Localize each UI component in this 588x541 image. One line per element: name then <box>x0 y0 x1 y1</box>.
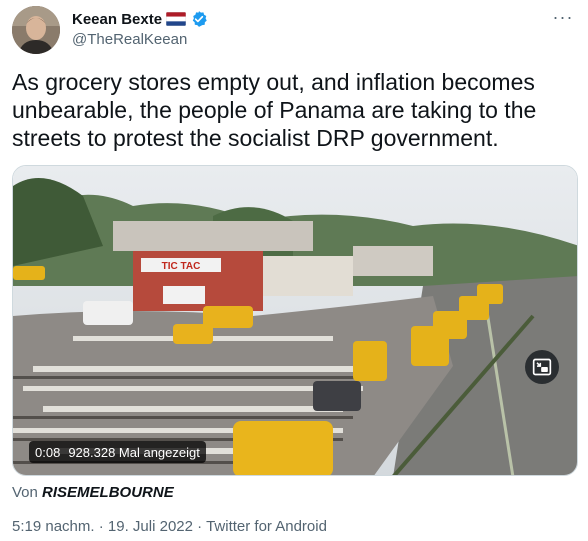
more-options-icon[interactable]: ··· <box>552 8 574 32</box>
video-info-pill: 0:08 928.328 Mal angezeigt <box>29 441 206 463</box>
attribution-source[interactable]: RISEMELBOURNE <box>42 484 174 501</box>
avatar-image <box>12 6 60 54</box>
tweet-time[interactable]: 5:19 nachm. <box>12 518 95 535</box>
display-name[interactable]: Keean Bexte <box>72 11 162 28</box>
tweet-meta: 5:19 nachm. · 19. Juli 2022 · Twitter fo… <box>12 518 327 535</box>
tweet-header: Keean Bexte @TheRealKeean ··· <box>12 6 576 58</box>
author-names: Keean Bexte @TheRealKeean <box>72 9 208 48</box>
verified-badge-icon <box>190 10 208 28</box>
meta-separator: · <box>197 518 203 535</box>
tweet-client[interactable]: Twitter for Android <box>206 518 327 535</box>
video-player[interactable]: TIC TAC 0:08 928.328 Mal angezeigt <box>12 165 578 476</box>
attribution-prefix: Von <box>12 484 38 501</box>
handle[interactable]: @TheRealKeean <box>72 31 208 48</box>
pip-icon <box>532 358 552 376</box>
video-views: 928.328 Mal angezeigt <box>68 444 200 460</box>
picture-in-picture-button[interactable] <box>525 350 559 384</box>
video-frame: TIC TAC <box>13 166 577 475</box>
netherlands-flag-icon <box>166 12 187 26</box>
store-sign: TIC TAC <box>162 261 201 272</box>
tweet-text: As grocery stores empty out, and inflati… <box>12 69 543 151</box>
avatar[interactable] <box>12 6 60 54</box>
video-attribution: Von RISEMELBOURNE <box>12 484 174 501</box>
meta-separator: · <box>98 518 104 535</box>
video-time: 0:08 <box>35 444 61 460</box>
tweet-date[interactable]: 19. Juli 2022 <box>108 518 193 535</box>
